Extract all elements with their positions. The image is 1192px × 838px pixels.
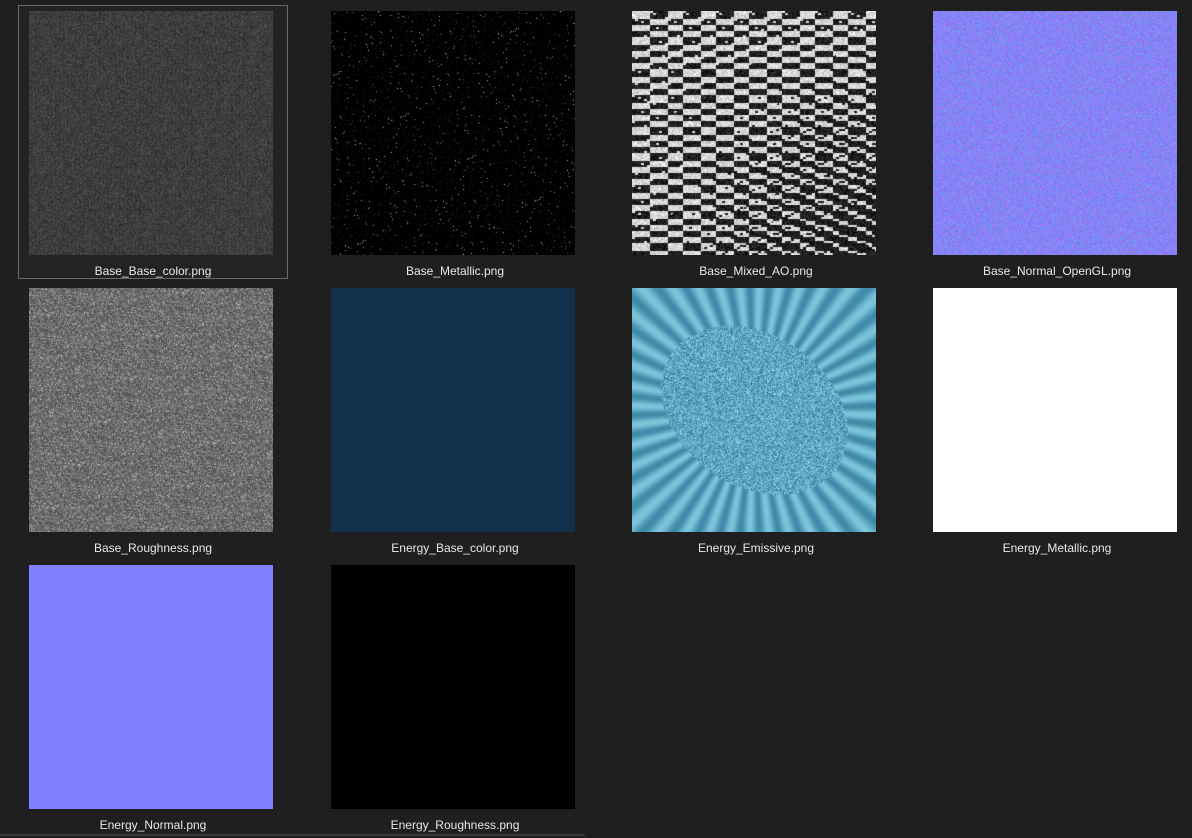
thumbnail-image xyxy=(331,288,575,532)
file-name-label: Base_Normal_OpenGL.png xyxy=(982,264,1132,278)
thumbnail-image xyxy=(29,565,273,809)
scroll-edge-divider xyxy=(0,834,585,836)
thumbnail-image xyxy=(632,11,876,255)
file-tile-base-metallic[interactable]: Base_Metallic.png xyxy=(320,5,590,279)
file-tile-energy-roughness[interactable]: Energy_Roughness.png xyxy=(320,559,590,833)
file-name-label: Base_Roughness.png xyxy=(93,541,213,555)
file-thumbnail-grid: Base_Base_color.png Base_Metallic.png Ba… xyxy=(0,0,1192,838)
thumbnail-image xyxy=(933,11,1177,255)
thumbnail-image xyxy=(331,11,575,255)
file-name-label: Energy_Emissive.png xyxy=(697,541,815,555)
file-name-label: Base_Metallic.png xyxy=(405,264,505,278)
file-name-label: Energy_Normal.png xyxy=(99,818,207,832)
thumbnail-image xyxy=(29,11,273,255)
file-tile-energy-emissive[interactable]: Energy_Emissive.png xyxy=(621,282,891,556)
file-tile-energy-base-color[interactable]: Energy_Base_color.png xyxy=(320,282,590,556)
thumbnail-image xyxy=(632,288,876,532)
file-name-label: Energy_Metallic.png xyxy=(1002,541,1112,555)
file-tile-energy-metallic[interactable]: Energy_Metallic.png xyxy=(922,282,1192,556)
file-name-label: Base_Base_color.png xyxy=(94,264,212,278)
file-name-label: Energy_Roughness.png xyxy=(390,818,520,832)
file-tile-base-base-color[interactable]: Base_Base_color.png xyxy=(18,5,288,279)
file-tile-base-normal-opengl[interactable]: Base_Normal_OpenGL.png xyxy=(922,5,1192,279)
file-tile-base-roughness[interactable]: Base_Roughness.png xyxy=(18,282,288,556)
thumbnail-image xyxy=(29,288,273,532)
file-name-label: Base_Mixed_AO.png xyxy=(699,264,813,278)
thumbnail-image xyxy=(933,288,1177,532)
file-tile-energy-normal[interactable]: Energy_Normal.png xyxy=(18,559,288,833)
thumbnail-image xyxy=(331,565,575,809)
file-name-label: Energy_Base_color.png xyxy=(391,541,519,555)
file-tile-base-mixed-ao[interactable]: Base_Mixed_AO.png xyxy=(621,5,891,279)
